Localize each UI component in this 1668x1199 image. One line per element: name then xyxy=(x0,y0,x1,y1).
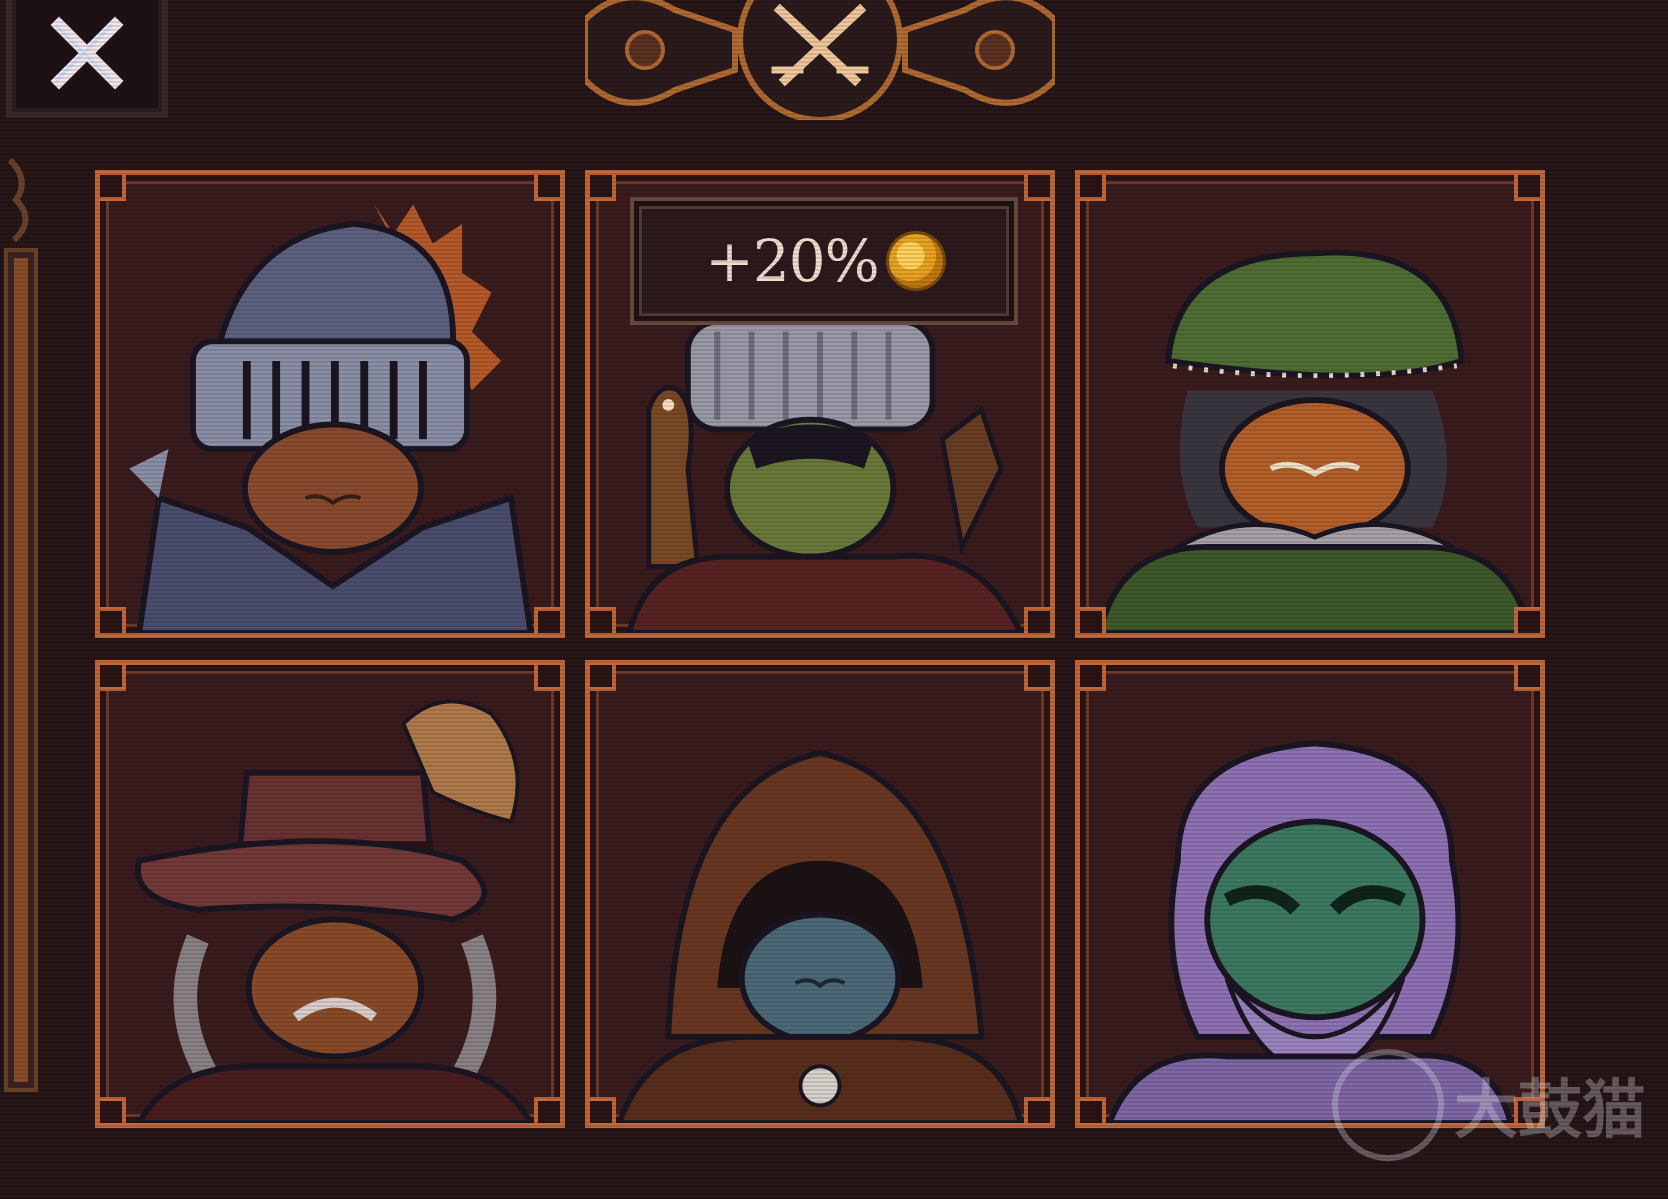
crossed-swords-emblem xyxy=(585,0,1055,120)
scroll-rail[interactable] xyxy=(0,140,52,1199)
green-beret-noble-portrait xyxy=(1096,249,1534,633)
watermark-text: 大鼓猫 xyxy=(1454,1074,1646,1148)
character-card-knight[interactable] xyxy=(95,170,565,638)
close-x-icon xyxy=(50,16,124,90)
income-bonus-badge: +20% xyxy=(630,197,1018,325)
character-grid: +20% xyxy=(95,170,1667,1199)
character-card-hooded[interactable] xyxy=(585,660,1055,1128)
character-card-noble[interactable] xyxy=(1075,170,1545,638)
watermark-logo-icon xyxy=(1332,1049,1444,1161)
watermark: 大鼓猫 xyxy=(1332,1049,1646,1161)
gold-coin-icon xyxy=(888,234,943,288)
bonus-percent-text: +20% xyxy=(705,227,880,295)
musketeer-hat-portrait xyxy=(135,699,534,1123)
close-button[interactable] xyxy=(6,0,168,118)
knight-helmet-portrait xyxy=(129,204,534,633)
character-card-falconer[interactable]: +20% xyxy=(585,170,1055,638)
hooded-cloak-portrait xyxy=(616,750,1024,1123)
character-card-musketeer[interactable] xyxy=(95,660,565,1128)
